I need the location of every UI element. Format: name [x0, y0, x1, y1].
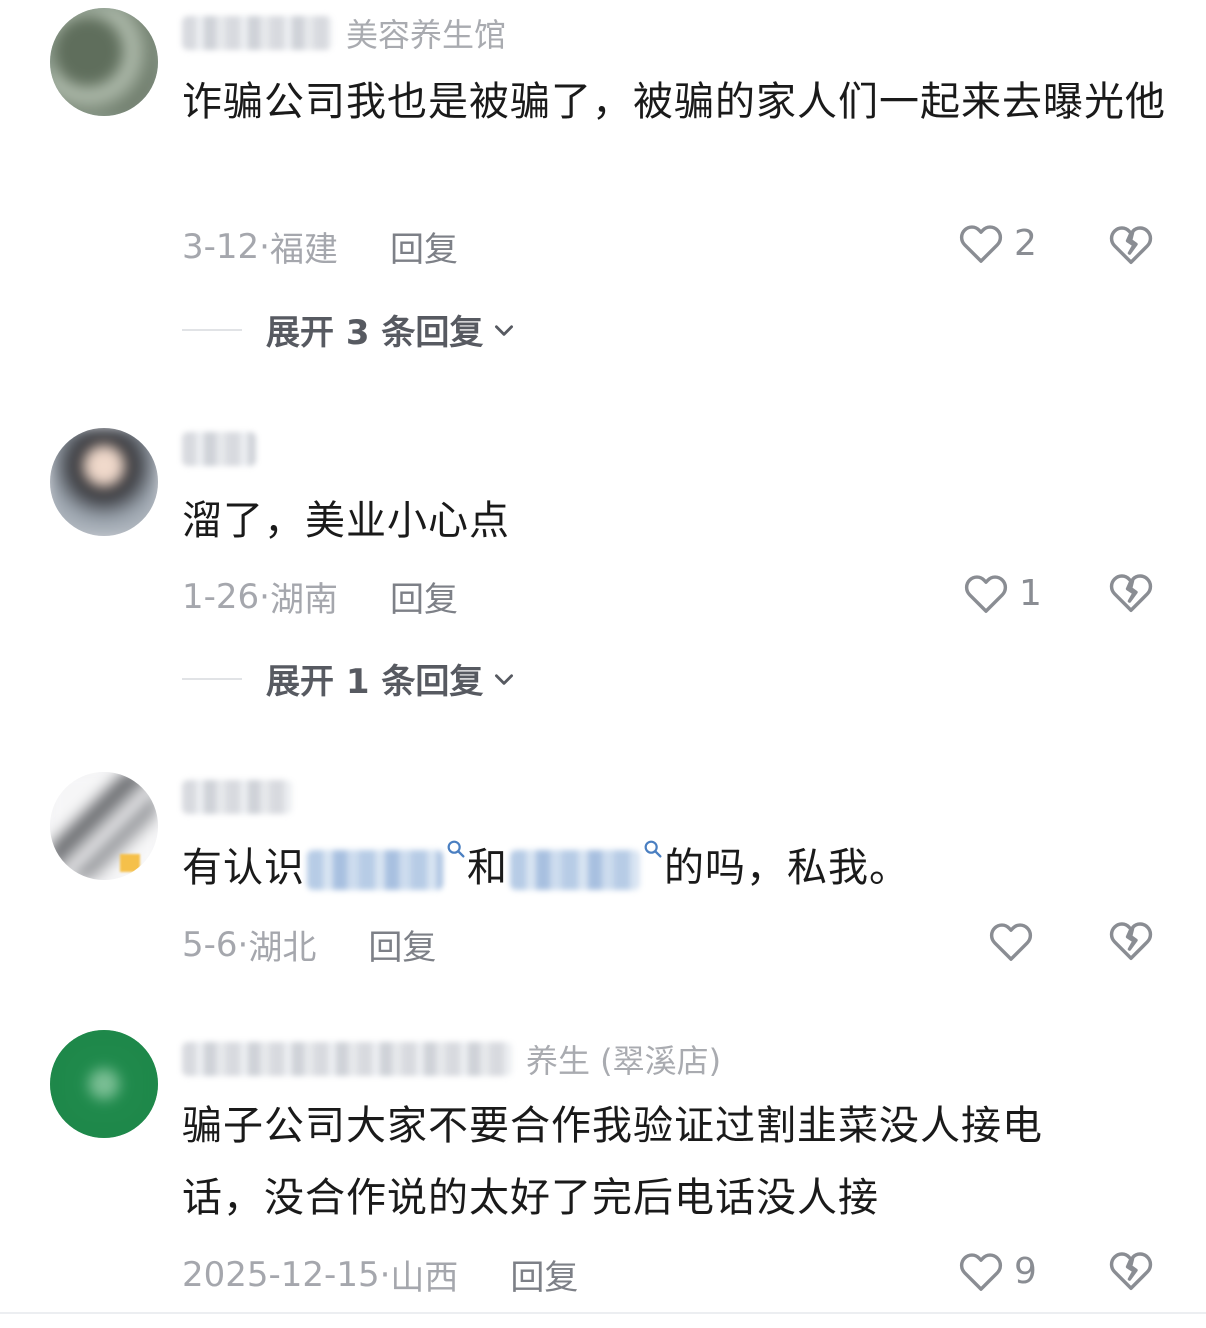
- comment-date: 3-12: [182, 226, 260, 267]
- username[interactable]: [182, 780, 306, 814]
- chevron-down-icon: [495, 673, 514, 685]
- heart-outline-icon: [989, 923, 1033, 961]
- username[interactable]: 美容养生馆: [182, 10, 506, 56]
- comment-meta: 1-26 · 湖南 回复: [182, 572, 458, 621]
- comment-date: 1-26: [182, 576, 260, 617]
- divider: [182, 677, 242, 680]
- like-count: 9: [1014, 1250, 1037, 1292]
- avatar[interactable]: [50, 772, 158, 880]
- search-icon: [447, 840, 465, 858]
- chevron-down-icon: [495, 324, 514, 336]
- comment-meta: 5-6 · 湖北 回复: [182, 920, 436, 969]
- reply-button[interactable]: 回复: [390, 222, 458, 271]
- comment-text-part: 有认识: [182, 845, 305, 891]
- comment-location: 湖北: [248, 928, 317, 968]
- redacted-name: [182, 432, 256, 466]
- heart-outline-icon: [959, 225, 1003, 263]
- broken-heart-icon[interactable]: [1108, 1248, 1154, 1294]
- reply-button[interactable]: 回复: [510, 1250, 578, 1299]
- comment-text-part: 和: [467, 845, 508, 891]
- comment-text: 溜了，美业小心点: [182, 498, 510, 544]
- like-button[interactable]: 2: [958, 222, 1037, 264]
- like-count: 1: [1019, 572, 1042, 614]
- meta-separator: ·: [379, 1254, 391, 1295]
- comment-location: 福建: [269, 230, 338, 270]
- username-suffix: 养生 (翠溪店): [526, 1042, 722, 1080]
- like-button[interactable]: [988, 920, 1034, 962]
- comment-location: 湖南: [269, 580, 338, 620]
- redacted-name: [182, 1042, 512, 1076]
- redacted-name: [182, 780, 292, 814]
- meta-separator: ·: [259, 576, 270, 617]
- expand-label: 展开 3 条回复: [266, 313, 484, 353]
- meta-separator: ·: [259, 226, 270, 267]
- mention-link[interactable]: [307, 850, 443, 890]
- badge: [120, 854, 140, 872]
- redacted-name: [182, 16, 332, 50]
- comment-meta: 2025-12-15 · 山西 回复: [182, 1250, 578, 1299]
- comment-text-part: 的吗，私我。: [664, 845, 910, 891]
- username[interactable]: 养生 (翠溪店): [182, 1036, 721, 1082]
- comment-date: 5-6: [182, 924, 238, 965]
- divider: [182, 328, 242, 331]
- comment-meta: 3-12 · 福建 回复: [182, 222, 458, 271]
- expand-replies-button[interactable]: 展开 3 条回复: [182, 305, 517, 354]
- search-icon: [644, 840, 662, 858]
- heart-outline-icon: [964, 575, 1008, 613]
- mention-link[interactable]: [510, 850, 640, 890]
- comment-location: 山西: [390, 1258, 459, 1298]
- like-button[interactable]: 9: [958, 1250, 1037, 1292]
- broken-heart-icon[interactable]: [1108, 570, 1154, 616]
- meta-separator: ·: [237, 924, 249, 965]
- like-count: 2: [1014, 222, 1037, 264]
- comment-text: 骗子公司大家不要合作我验证过割韭菜没人接电话，没合作说的太好了完后电话没人接: [182, 1103, 1043, 1221]
- expand-label: 展开 1 条回复: [266, 662, 484, 702]
- avatar[interactable]: [50, 1030, 158, 1138]
- username[interactable]: [182, 432, 270, 466]
- heart-outline-icon: [959, 1253, 1003, 1291]
- reply-button[interactable]: 回复: [368, 920, 436, 969]
- username-suffix: 美容养生馆: [346, 16, 507, 54]
- reply-button[interactable]: 回复: [390, 572, 458, 621]
- avatar[interactable]: [50, 8, 158, 116]
- like-button[interactable]: 1: [963, 572, 1042, 614]
- avatar[interactable]: [50, 428, 158, 536]
- comment-text: 诈骗公司我也是被骗了，被骗的家人们一起来去曝光他: [182, 79, 1166, 125]
- expand-replies-button[interactable]: 展开 1 条回复: [182, 654, 517, 703]
- broken-heart-icon[interactable]: [1108, 222, 1154, 268]
- broken-heart-icon[interactable]: [1108, 918, 1154, 964]
- divider: [0, 1312, 1206, 1314]
- comment-text: 有认识 和 的吗，私我。: [182, 832, 1172, 904]
- comment-date: 2025-12-15: [182, 1254, 380, 1295]
